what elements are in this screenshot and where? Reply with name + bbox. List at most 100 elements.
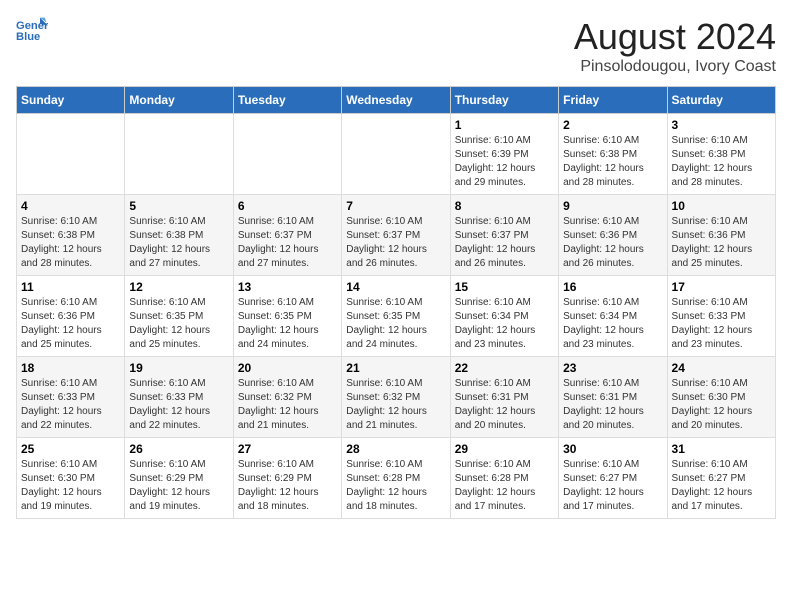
logo-icon: General Blue [16,16,48,44]
day-info: Sunrise: 6:10 AM Sunset: 6:35 PM Dayligh… [346,296,445,352]
calendar-cell-16: 13 Sunrise: 6:10 AM Sunset: 6:35 PM Dayli… [233,276,341,357]
day-number: 1 [455,118,554,132]
day-info: Sunrise: 6:10 AM Sunset: 6:38 PM Dayligh… [563,134,662,190]
day-number: 13 [238,280,337,294]
calendar-cell-25: 22 Sunrise: 6:10 AM Sunset: 6:31 PM Dayli… [450,357,558,438]
day-info: Sunrise: 6:10 AM Sunset: 6:36 PM Dayligh… [563,215,662,271]
day-info: Sunrise: 6:10 AM Sunset: 6:38 PM Dayligh… [21,215,120,271]
day-number: 7 [346,199,445,213]
column-header-monday: Monday [125,87,233,114]
day-number: 2 [563,118,662,132]
calendar-cell-29: 26 Sunrise: 6:10 AM Sunset: 6:29 PM Dayli… [125,438,233,519]
calendar-cell-6: 3 Sunrise: 6:10 AM Sunset: 6:38 PM Daylig… [667,114,775,195]
column-header-thursday: Thursday [450,87,558,114]
calendar-cell-0 [17,114,125,195]
day-info: Sunrise: 6:10 AM Sunset: 6:33 PM Dayligh… [672,296,771,352]
day-number: 12 [129,280,228,294]
calendar-cell-32: 29 Sunrise: 6:10 AM Sunset: 6:28 PM Dayli… [450,438,558,519]
day-number: 29 [455,442,554,456]
calendar-cell-23: 20Sunrise: 6:10 AM Sunset: 6:32 PM Dayli… [233,357,341,438]
day-number: 10 [672,199,771,213]
calendar-cell-7: 4Sunrise: 6:10 AM Sunset: 6:38 PM Daylig… [17,195,125,276]
page-header: General Blue August 2024 Pinsolodougou, … [16,16,776,76]
calendar-cell-22: 19 Sunrise: 6:10 AM Sunset: 6:33 PM Dayli… [125,357,233,438]
column-header-friday: Friday [559,87,667,114]
day-info: Sunrise: 6:10 AM Sunset: 6:37 PM Dayligh… [455,215,554,271]
calendar-cell-34: 31 Sunrise: 6:10 AM Sunset: 6:27 PM Dayli… [667,438,775,519]
calendar-cell-2 [233,114,341,195]
calendar-cell-3 [342,114,450,195]
calendar-cell-24: 21Sunrise: 6:10 AM Sunset: 6:32 PM Dayli… [342,357,450,438]
day-info: Sunrise: 6:10 AM Sunset: 6:27 PM Dayligh… [672,458,771,514]
day-number: 31 [672,442,771,456]
calendar-cell-13: 10 Sunrise: 6:10 AM Sunset: 6:36 PM Dayli… [667,195,775,276]
day-info: Sunrise: 6:10 AM Sunset: 6:35 PM Dayligh… [129,296,228,352]
day-number: 18 [21,361,120,375]
day-info: Sunrise: 6:10 AM Sunset: 6:39 PM Dayligh… [455,134,554,190]
calendar-cell-28: 25Sunrise: 6:10 AM Sunset: 6:30 PM Dayli… [17,438,125,519]
day-number: 22 [455,361,554,375]
calendar-cell-5: 2 Sunrise: 6:10 AM Sunset: 6:38 PM Daylig… [559,114,667,195]
day-number: 26 [129,442,228,456]
column-header-tuesday: Tuesday [233,87,341,114]
day-number: 11 [21,280,120,294]
day-info: Sunrise: 6:10 AM Sunset: 6:28 PM Dayligh… [455,458,554,514]
day-number: 20 [238,361,337,375]
day-info: Sunrise: 6:10 AM Sunset: 6:33 PM Dayligh… [129,377,228,433]
calendar-cell-9: 6 Sunrise: 6:10 AM Sunset: 6:37 PM Daylig… [233,195,341,276]
day-info: Sunrise: 6:10 AM Sunset: 6:30 PM Dayligh… [672,377,771,433]
day-number: 19 [129,361,228,375]
column-header-saturday: Saturday [667,87,775,114]
day-info: Sunrise: 6:10 AM Sunset: 6:38 PM Dayligh… [129,215,228,271]
calendar-table: SundayMondayTuesdayWednesdayThursdayFrid… [16,86,776,519]
day-info: Sunrise: 6:10 AM Sunset: 6:37 PM Dayligh… [238,215,337,271]
day-number: 16 [563,280,662,294]
day-info: Sunrise: 6:10 AM Sunset: 6:34 PM Dayligh… [563,296,662,352]
calendar-cell-8: 5 Sunrise: 6:10 AM Sunset: 6:38 PM Daylig… [125,195,233,276]
day-number: 25 [21,442,120,456]
calendar-cell-10: 7 Sunrise: 6:10 AM Sunset: 6:37 PM Daylig… [342,195,450,276]
calendar-cell-18: 15 Sunrise: 6:10 AM Sunset: 6:34 PM Dayli… [450,276,558,357]
svg-text:Blue: Blue [16,31,40,43]
calendar-cell-31: 28 Sunrise: 6:10 AM Sunset: 6:28 PM Dayli… [342,438,450,519]
calendar-cell-1 [125,114,233,195]
day-number: 27 [238,442,337,456]
day-number: 14 [346,280,445,294]
calendar-cell-33: 30Sunrise: 6:10 AM Sunset: 6:27 PM Dayli… [559,438,667,519]
day-info: Sunrise: 6:10 AM Sunset: 6:31 PM Dayligh… [455,377,554,433]
day-number: 17 [672,280,771,294]
day-number: 24 [672,361,771,375]
day-info: Sunrise: 6:10 AM Sunset: 6:29 PM Dayligh… [129,458,228,514]
day-info: Sunrise: 6:10 AM Sunset: 6:27 PM Dayligh… [563,458,662,514]
day-info: Sunrise: 6:10 AM Sunset: 6:28 PM Dayligh… [346,458,445,514]
day-info: Sunrise: 6:10 AM Sunset: 6:37 PM Dayligh… [346,215,445,271]
day-info: Sunrise: 6:10 AM Sunset: 6:34 PM Dayligh… [455,296,554,352]
day-info: Sunrise: 6:10 AM Sunset: 6:29 PM Dayligh… [238,458,337,514]
calendar-cell-21: 18Sunrise: 6:10 AM Sunset: 6:33 PM Dayli… [17,357,125,438]
column-header-sunday: Sunday [17,87,125,114]
logo: General Blue [16,16,48,44]
day-info: Sunrise: 6:10 AM Sunset: 6:31 PM Dayligh… [563,377,662,433]
day-info: Sunrise: 6:10 AM Sunset: 6:38 PM Dayligh… [672,134,771,190]
day-number: 3 [672,118,771,132]
day-number: 21 [346,361,445,375]
column-header-wednesday: Wednesday [342,87,450,114]
calendar-cell-12: 9Sunrise: 6:10 AM Sunset: 6:36 PM Daylig… [559,195,667,276]
calendar-cell-15: 12 Sunrise: 6:10 AM Sunset: 6:35 PM Dayli… [125,276,233,357]
day-number: 15 [455,280,554,294]
calendar-cell-30: 27 Sunrise: 6:10 AM Sunset: 6:29 PM Dayli… [233,438,341,519]
day-number: 28 [346,442,445,456]
calendar-cell-4: 1 Sunrise: 6:10 AM Sunset: 6:39 PM Daylig… [450,114,558,195]
calendar-cell-27: 24 Sunrise: 6:10 AM Sunset: 6:30 PM Dayli… [667,357,775,438]
day-info: Sunrise: 6:10 AM Sunset: 6:36 PM Dayligh… [672,215,771,271]
day-number: 23 [563,361,662,375]
day-info: Sunrise: 6:10 AM Sunset: 6:35 PM Dayligh… [238,296,337,352]
day-number: 8 [455,199,554,213]
day-number: 5 [129,199,228,213]
calendar-cell-19: 16 Sunrise: 6:10 AM Sunset: 6:34 PM Dayli… [559,276,667,357]
calendar-cell-17: 14 Sunrise: 6:10 AM Sunset: 6:35 PM Dayli… [342,276,450,357]
day-number: 6 [238,199,337,213]
day-info: Sunrise: 6:10 AM Sunset: 6:36 PM Dayligh… [21,296,120,352]
calendar-cell-20: 17 Sunrise: 6:10 AM Sunset: 6:33 PM Dayli… [667,276,775,357]
calendar-cell-26: 23 Sunrise: 6:10 AM Sunset: 6:31 PM Dayli… [559,357,667,438]
